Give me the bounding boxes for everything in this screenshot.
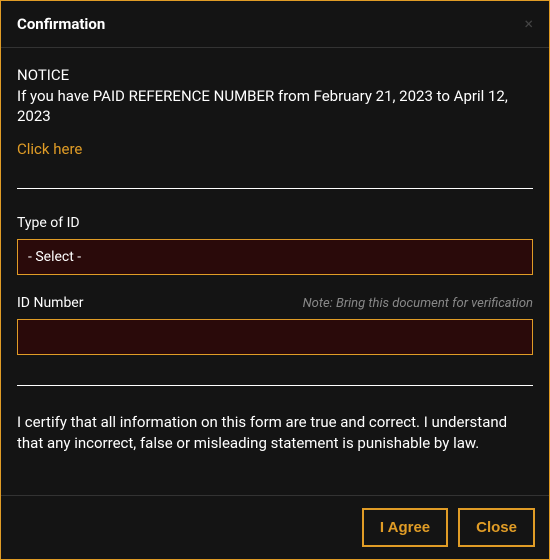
- id-number-hint: Note: Bring this document for verificati…: [303, 296, 533, 311]
- type-of-id-select[interactable]: - Select -: [17, 239, 533, 275]
- confirmation-modal: Confirmation × NOTICE If you have PAID R…: [0, 0, 550, 560]
- type-of-id-label: Type of ID: [17, 215, 533, 231]
- type-of-id-placeholder: - Select -: [28, 249, 81, 265]
- divider: [17, 385, 533, 386]
- modal-header: Confirmation ×: [1, 1, 549, 48]
- modal-footer: I Agree Close: [1, 495, 549, 559]
- notice-heading: NOTICE: [17, 66, 533, 84]
- id-number-input[interactable]: [17, 319, 533, 355]
- id-number-label: ID Number: [17, 295, 83, 311]
- divider: [17, 188, 533, 189]
- type-of-id-group: Type of ID - Select -: [17, 215, 533, 275]
- modal-title: Confirmation: [17, 15, 105, 33]
- agree-button[interactable]: I Agree: [362, 508, 448, 547]
- close-icon[interactable]: ×: [524, 16, 533, 32]
- modal-body: NOTICE If you have PAID REFERENCE NUMBER…: [1, 48, 549, 495]
- notice-link[interactable]: Click here: [17, 140, 82, 158]
- certification-text: I certify that all information on this f…: [17, 412, 533, 454]
- close-button[interactable]: Close: [458, 508, 535, 547]
- notice-text: If you have PAID REFERENCE NUMBER from F…: [17, 86, 533, 127]
- id-number-label-row: ID Number Note: Bring this document for …: [17, 295, 533, 311]
- id-number-group: ID Number Note: Bring this document for …: [17, 295, 533, 355]
